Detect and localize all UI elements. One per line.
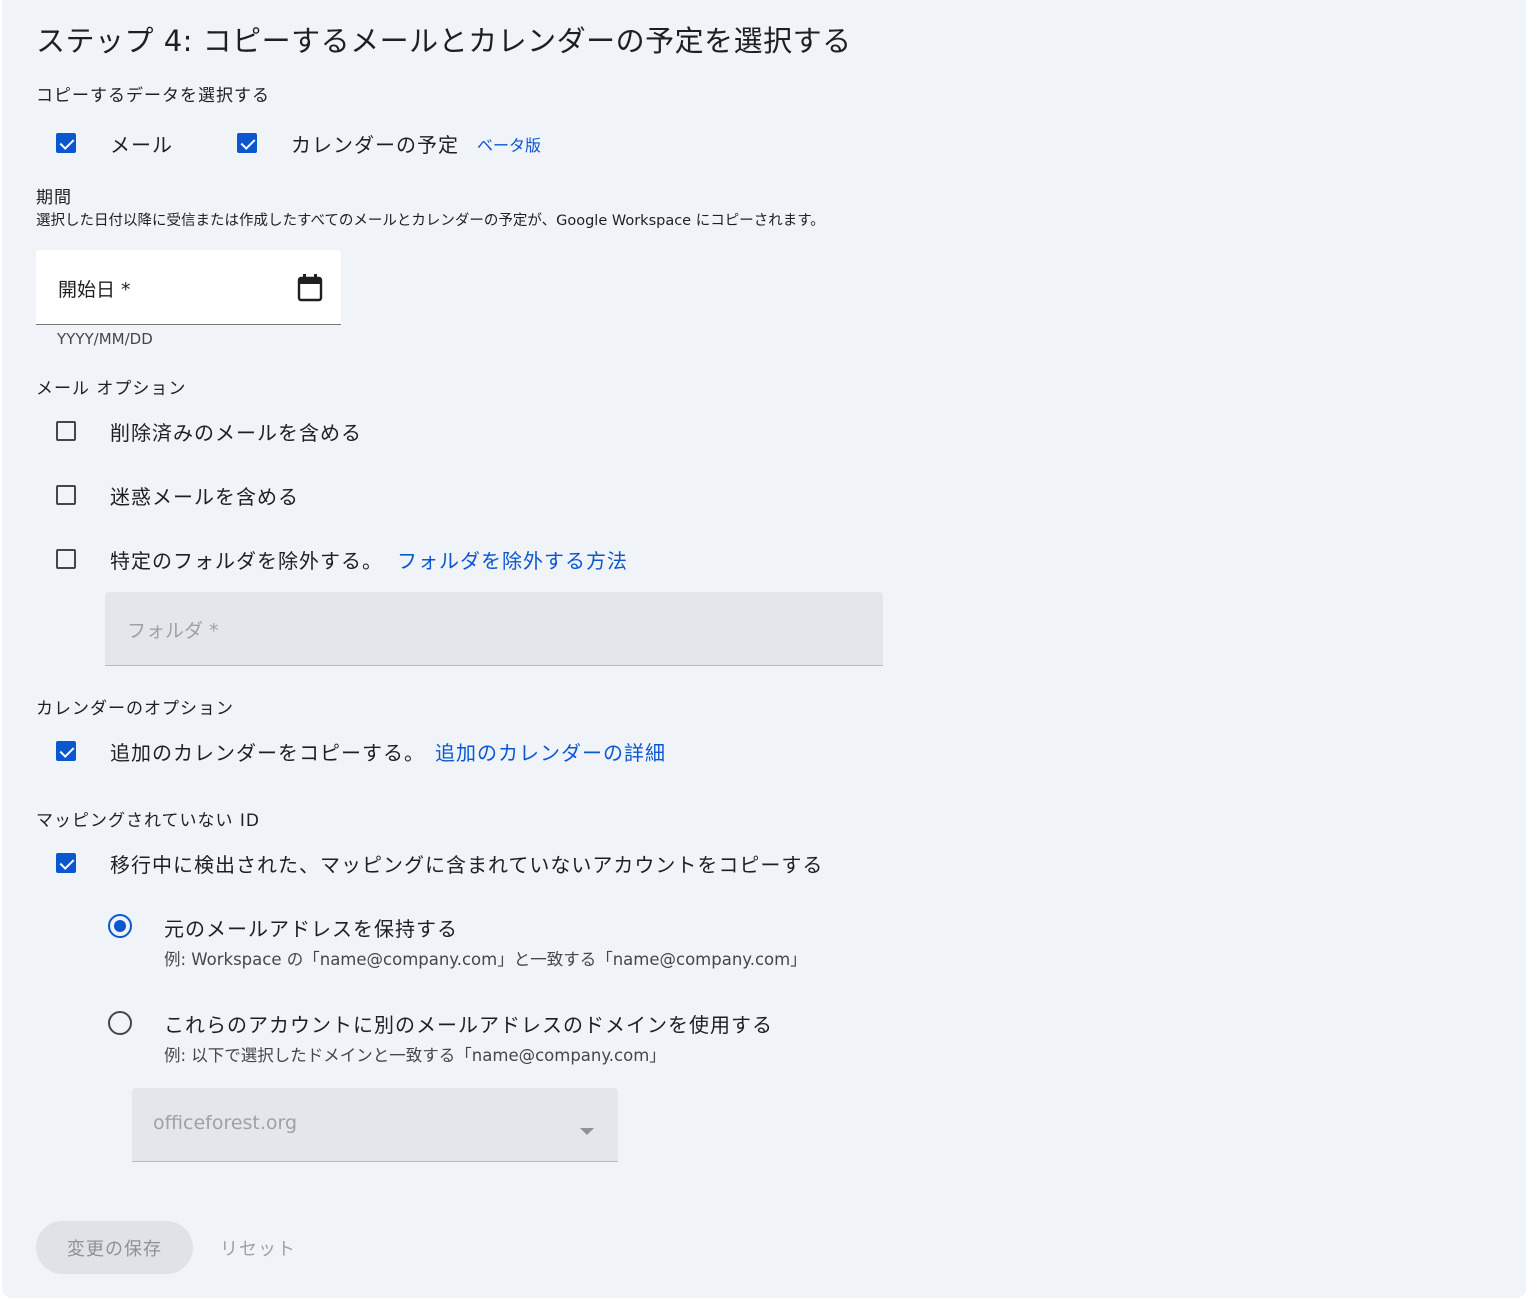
keep-address-radio[interactable]	[108, 914, 132, 938]
folder-placeholder: フォルダ *	[127, 620, 219, 642]
calendar-checkbox[interactable]	[237, 133, 257, 153]
start-date-label: 開始日 *	[58, 279, 131, 301]
include-spam-label: 迷惑メールを含める	[110, 485, 299, 509]
domain-select[interactable]: officeforest.org	[132, 1088, 618, 1162]
settings-panel: ステップ 4: コピーするメールとカレンダーの予定を選択する コピーするデータを…	[2, 0, 1526, 1298]
use-domain-radio[interactable]	[108, 1011, 132, 1035]
exclude-folders-checkbox[interactable]	[56, 549, 76, 569]
keep-address-example: 例: Workspace の「name@company.com」と一致する「na…	[164, 950, 807, 969]
calendar-icon[interactable]	[297, 274, 323, 306]
use-domain-example: 例: 以下で選択したドメインと一致する「name@company.com」	[164, 1046, 666, 1065]
unmapped-heading: マッピングされていない ID	[36, 811, 260, 831]
include-deleted-label: 削除済みのメールを含める	[110, 421, 362, 445]
dropdown-arrow-icon	[580, 1121, 594, 1140]
mail-checkbox[interactable]	[56, 133, 76, 153]
copy-unmapped-label: 移行中に検出された、マッピングに含まれていないアカウントをコピーする	[110, 853, 824, 877]
period-heading: 期間	[36, 188, 72, 208]
start-date-field[interactable]: 開始日 *	[36, 250, 341, 325]
data-selection-heading: コピーするデータを選択する	[36, 86, 270, 106]
include-spam-checkbox[interactable]	[56, 485, 76, 505]
save-button[interactable]: 変更の保存	[36, 1221, 193, 1274]
additional-calendars-help-link[interactable]: 追加のカレンダーの詳細	[435, 737, 666, 766]
mail-label: メール	[110, 133, 173, 157]
use-domain-label: これらのアカウントに別のメールアドレスのドメインを使用する	[164, 1013, 773, 1037]
reset-button[interactable]: リセット	[208, 1221, 308, 1274]
mail-options-heading: メール オプション	[36, 379, 187, 399]
calendar-label: カレンダーの予定	[291, 133, 459, 157]
exclude-folders-label: 特定のフォルダを除外する。	[110, 549, 383, 573]
date-format-hint: YYYY/MM/DD	[57, 330, 153, 348]
copy-additional-calendars-label: 追加のカレンダーをコピーする。	[110, 741, 425, 765]
domain-select-value: officeforest.org	[153, 1112, 298, 1134]
copy-additional-calendars-checkbox[interactable]	[56, 741, 76, 761]
calendar-options-heading: カレンダーのオプション	[36, 699, 234, 719]
folder-input[interactable]: フォルダ *	[105, 592, 883, 666]
keep-address-label: 元のメールアドレスを保持する	[164, 917, 458, 941]
page-title: ステップ 4: コピーするメールとカレンダーの予定を選択する	[36, 24, 852, 58]
period-description: 選択した日付以降に受信または作成したすべてのメールとカレンダーの予定が、Goog…	[36, 213, 825, 229]
exclude-folders-help-link[interactable]: フォルダを除外する方法	[397, 545, 628, 574]
include-deleted-checkbox[interactable]	[56, 421, 76, 441]
copy-unmapped-checkbox[interactable]	[56, 853, 76, 873]
beta-badge: ベータ版	[477, 136, 542, 155]
